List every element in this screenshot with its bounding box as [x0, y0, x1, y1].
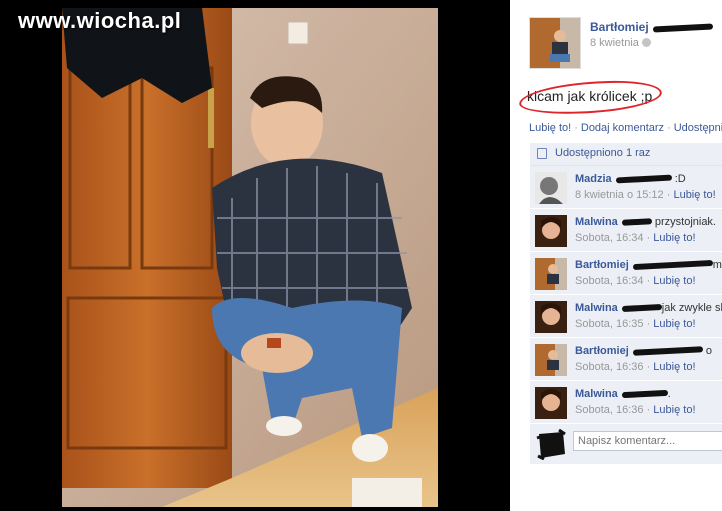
commenter-name[interactable]: Malwina [575, 388, 618, 400]
comment-item: Malwina przystojniak. Sobota, 16:34 · Lu… [530, 209, 722, 252]
comment-item: Madzia :D 8 kwietnia o 15:12 · Lubię to! [530, 166, 722, 209]
redaction-mark [632, 260, 713, 271]
comment-body: m [712, 259, 722, 271]
highlight-circle [518, 77, 664, 118]
comment-text: Bartłomiej o [575, 345, 712, 357]
comment-time[interactable]: Sobota, 16:34 [575, 232, 644, 244]
share-link[interactable]: Udostępnij [674, 122, 722, 134]
comment-meta: 8 kwietnia o 15:12 · Lubię to! [575, 189, 716, 201]
redaction-mark [621, 304, 662, 313]
comment-like-link[interactable]: Lubię to! [653, 404, 695, 416]
comment-time[interactable]: Sobota, 16:35 [575, 318, 644, 330]
shares-row[interactable]: Udostępniono 1 raz [530, 143, 722, 166]
shares-count[interactable]: Udostępniono 1 raz [555, 147, 650, 159]
comment-body: . [667, 388, 671, 400]
comment-body: przystojniak. [654, 216, 716, 228]
comment-text: Malwina. [575, 388, 671, 400]
globe-icon [641, 38, 651, 47]
commenter-avatar[interactable] [535, 301, 567, 333]
comment-time[interactable]: Sobota, 16:34 [575, 275, 644, 287]
commenter-avatar[interactable] [535, 172, 567, 204]
like-link[interactable]: Lubię to! [529, 122, 571, 134]
redaction-mark [621, 389, 668, 399]
comment-meta: Sobota, 16:36 · Lubię to! [575, 404, 696, 416]
comment-body: o [705, 345, 712, 357]
commenter-name[interactable]: Madzia [575, 173, 612, 185]
comment-composer [530, 424, 722, 464]
comment-link[interactable]: Dodaj komentarz [581, 122, 664, 134]
comment-text: Madzia :D [575, 173, 686, 185]
commenter-name[interactable]: Bartłomiej [575, 345, 629, 357]
comment-like-link[interactable]: Lubię to! [653, 275, 695, 287]
commenter-name[interactable]: Malwina [575, 216, 618, 228]
comment-like-link[interactable]: Lubię to! [673, 189, 715, 201]
share-icon [537, 148, 547, 159]
comment-time[interactable]: Sobota, 16:36 [575, 404, 644, 416]
photo-viewer: www.wiocha.pl [0, 0, 510, 511]
post-date[interactable]: 8 kwietnia [590, 37, 651, 49]
photo[interactable] [62, 8, 438, 507]
status-text: kicam jak królicek ;p [518, 77, 664, 118]
viewer-avatar [535, 428, 567, 461]
comment-item: Bartłomiej o Sobota, 16:36 · Lubię to! [530, 338, 722, 381]
comment-item: Malwina jak zwykle sk Sobota, 16:35 · Lub… [530, 295, 722, 338]
commenter-avatar[interactable] [535, 258, 567, 290]
photo-image [62, 8, 438, 507]
comment-time[interactable]: Sobota, 16:36 [575, 361, 644, 373]
comment-body: :D [674, 173, 686, 185]
comment-text: Malwina jak zwykle sk [575, 302, 722, 314]
comment-list: Madzia :D 8 kwietnia o 15:12 · Lubię to!… [530, 166, 722, 424]
comment-item: Malwina. Sobota, 16:36 · Lubię to! [530, 381, 722, 424]
comment-meta: Sobota, 16:34 · Lubię to! [575, 232, 696, 244]
comment-input[interactable] [573, 431, 722, 451]
comment-like-link[interactable]: Lubię to! [653, 361, 695, 373]
comment-text: Bartłomiej m [575, 259, 722, 271]
redaction-mark [621, 218, 652, 226]
author-avatar[interactable] [529, 17, 581, 69]
comment-meta: Sobota, 16:34 · Lubię to! [575, 275, 696, 287]
comment-meta: Sobota, 16:35 · Lubię to! [575, 318, 696, 330]
redaction-mark [632, 346, 703, 356]
comment-time[interactable]: 8 kwietnia o 15:12 [575, 189, 664, 201]
author-name[interactable]: Bartłomiej [590, 20, 713, 34]
commenter-avatar[interactable] [535, 344, 567, 376]
commenter-name[interactable]: Malwina [575, 302, 618, 314]
redaction-mark [615, 174, 672, 184]
post-panel: Bartłomiej 8 kwietnia kicam jak królicek… [510, 0, 722, 511]
comment-like-link[interactable]: Lubię to! [653, 318, 695, 330]
comment-item: Bartłomiej m Sobota, 16:34 · Lubię to! [530, 252, 722, 295]
post-actions: Lubię to! · Dodaj komentarz · Udostępnij [529, 122, 722, 134]
comment-like-link[interactable]: Lubię to! [653, 232, 695, 244]
commenter-name[interactable]: Bartłomiej [575, 259, 629, 271]
commenter-avatar[interactable] [535, 387, 567, 419]
redaction-mark [652, 23, 713, 33]
comment-meta: Sobota, 16:36 · Lubię to! [575, 361, 696, 373]
comment-body: jak zwykle sk [661, 302, 722, 314]
comment-text: Malwina przystojniak. [575, 216, 716, 228]
watermark: www.wiocha.pl [18, 8, 182, 33]
commenter-avatar[interactable] [535, 215, 567, 247]
